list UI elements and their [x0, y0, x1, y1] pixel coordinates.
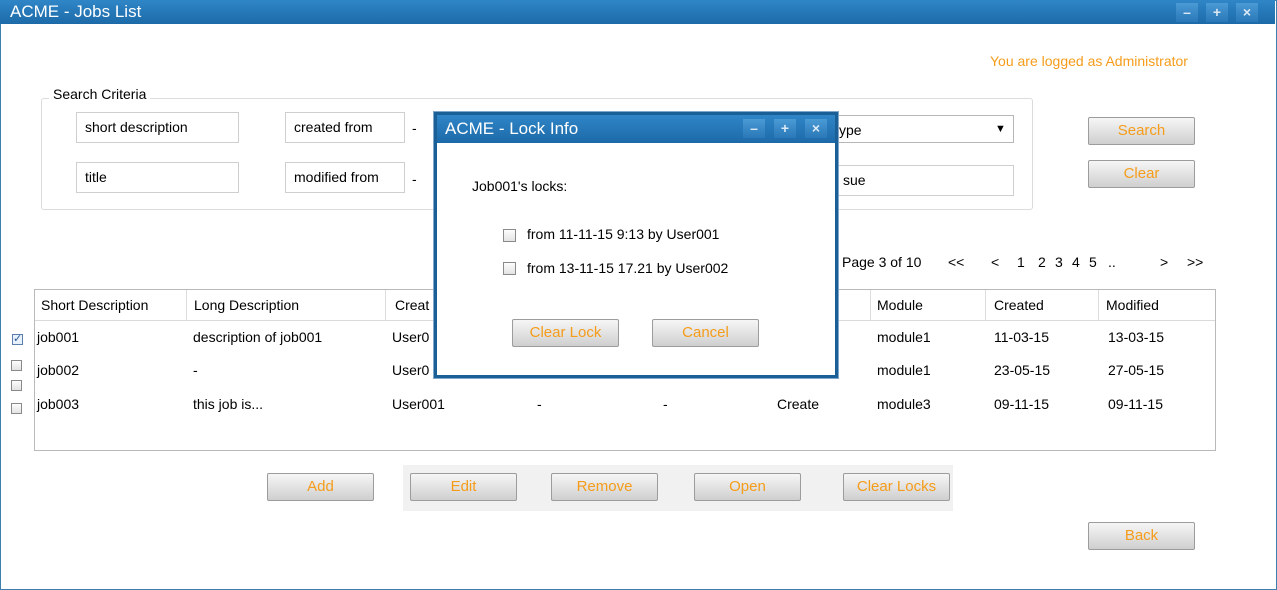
cell-short-description: job003	[37, 396, 80, 412]
row-checkbox[interactable]	[11, 380, 22, 391]
created-range-dash: -	[412, 120, 417, 136]
created-from-field[interactable]: created from	[285, 112, 405, 143]
modified-range-dash: -	[412, 171, 417, 187]
window-titlebar[interactable]: ACME - Jobs List – + ×	[0, 0, 1275, 24]
open-button[interactable]: Open	[694, 473, 801, 501]
dialog-minimize-button[interactable]: –	[743, 119, 765, 138]
cell-modified: 09-11-15	[1108, 396, 1164, 412]
column-separator	[186, 290, 187, 320]
check-icon: ✓	[13, 333, 23, 345]
search-button[interactable]: Search	[1088, 117, 1195, 145]
cell-long-description: description of job001	[193, 329, 323, 345]
cell-short-description: job001	[37, 329, 80, 345]
edit-button[interactable]: Edit	[410, 473, 517, 501]
logged-in-status: You are logged as Administrator	[990, 53, 1188, 69]
dialog-maximize-button[interactable]: +	[774, 119, 796, 138]
page-info: Page 3 of 10	[842, 254, 922, 270]
page-link-2[interactable]: 2	[1038, 254, 1046, 270]
column-separator	[985, 290, 986, 320]
lock-item-label: from 13-11-15 17.21 by User002	[527, 260, 729, 276]
minimize-button[interactable]: –	[1176, 3, 1198, 22]
lock-checkbox[interactable]	[503, 229, 516, 242]
page-ellipsis: ..	[1108, 254, 1116, 270]
dialog-title: ACME - Lock Info	[445, 119, 579, 138]
prev-page-link[interactable]: <	[991, 254, 999, 270]
cell-module: module1	[877, 362, 931, 378]
cell-long-description: this job is...	[193, 396, 264, 412]
lock-info-dialog: ACME - Lock Info – + × Job001's locks: f…	[434, 112, 838, 378]
first-page-link[interactable]: <<	[948, 254, 964, 270]
last-page-link[interactable]: >>	[1187, 254, 1203, 270]
search-criteria-legend: Search Criteria	[49, 86, 151, 102]
cell-module: module1	[877, 329, 931, 345]
cell-col5: -	[663, 396, 668, 412]
clear-button[interactable]: Clear	[1088, 160, 1195, 188]
row-checkbox[interactable]	[11, 403, 22, 414]
chevron-down-icon: ▼	[995, 123, 1006, 135]
cell-module: module3	[877, 396, 931, 412]
lock-item-label: from 11-11-15 9:13 by User001	[527, 226, 720, 242]
dialog-heading: Job001's locks:	[472, 178, 568, 194]
cell-created: 09-11-15	[994, 396, 1050, 412]
issue-field[interactable]: sue	[834, 165, 1014, 196]
dialog-titlebar[interactable]: ACME - Lock Info – + ×	[437, 115, 835, 143]
cancel-button[interactable]: Cancel	[652, 319, 759, 347]
column-separator	[870, 290, 871, 320]
page-link-4[interactable]: 4	[1072, 254, 1080, 270]
cell-created: 23-05-15	[994, 362, 1051, 378]
row-checkbox[interactable]	[11, 360, 22, 371]
cell-long-description: -	[193, 362, 198, 378]
cell-created-by: User0	[392, 329, 430, 345]
add-button[interactable]: Add	[267, 473, 374, 501]
lock-checkbox[interactable]	[503, 262, 516, 275]
close-button[interactable]: ×	[1236, 3, 1258, 22]
column-header-created-by[interactable]: Creat	[395, 297, 429, 313]
cell-created: 11-03-15	[994, 329, 1050, 345]
column-header-short-description[interactable]: Short Description	[41, 297, 148, 313]
back-button[interactable]: Back	[1088, 522, 1195, 550]
cell-short-description: job002	[37, 362, 80, 378]
clear-locks-button[interactable]: Clear Locks	[843, 473, 950, 501]
column-separator	[1098, 290, 1099, 320]
cell-modified: 13-03-15	[1108, 329, 1165, 345]
column-header-modified[interactable]: Modified	[1106, 297, 1159, 313]
column-header-module[interactable]: Module	[877, 297, 923, 313]
page-link-3[interactable]: 3	[1055, 254, 1063, 270]
cell-col4: -	[537, 396, 542, 412]
next-page-link[interactable]: >	[1160, 254, 1168, 270]
cell-action: Create	[777, 396, 820, 412]
clear-lock-button[interactable]: Clear Lock	[512, 319, 619, 347]
title-field[interactable]: title	[76, 162, 239, 193]
remove-button[interactable]: Remove	[551, 473, 658, 501]
cell-created-by: User001	[392, 396, 445, 412]
modified-from-field[interactable]: modified from	[285, 162, 405, 193]
short-description-field[interactable]: short description	[76, 112, 239, 143]
column-header-long-description[interactable]: Long Description	[194, 297, 299, 313]
cell-created-by: User0	[392, 362, 430, 378]
dialog-close-button[interactable]: ×	[805, 119, 827, 138]
cell-modified: 27-05-15	[1108, 362, 1165, 378]
column-header-created[interactable]: Created	[994, 297, 1044, 313]
maximize-button[interactable]: +	[1206, 3, 1228, 22]
type-select-value: ype	[839, 122, 862, 138]
row-checkbox[interactable]: ✓	[12, 334, 23, 345]
page-link-5[interactable]: 5	[1089, 254, 1097, 270]
type-select[interactable]: ype ▼	[834, 115, 1014, 143]
window-title: ACME - Jobs List	[10, 2, 142, 21]
page-link-1[interactable]: 1	[1017, 254, 1025, 270]
column-separator	[385, 290, 386, 320]
